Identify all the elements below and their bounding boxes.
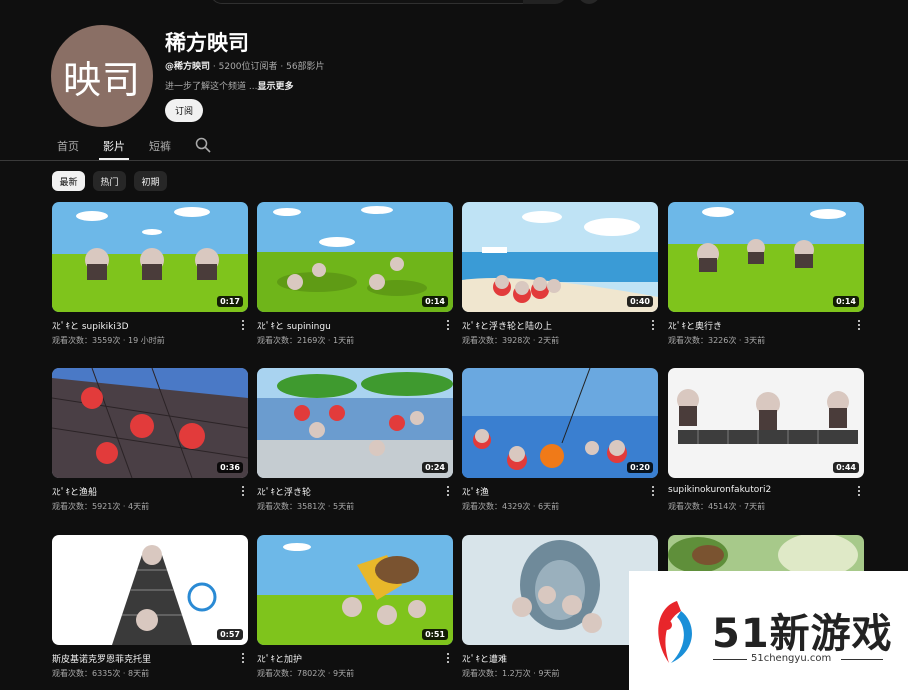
channel-meta: @稀方映司 · 5200位订阅者 · 56部影片 xyxy=(165,59,325,72)
channel-page: 映司 稀方映司 @稀方映司 · 5200位订阅者 · 56部影片 进一步了解这个… xyxy=(0,0,908,690)
avatar-text: 映司 xyxy=(62,57,141,102)
video-card[interactable]: 0:20 ｽﾋﾟｷ渔 观看次数：4329次 · 6天前 xyxy=(462,368,658,511)
video-title[interactable]: ｽﾋﾟｷと奥行き xyxy=(668,319,722,332)
tab-videos[interactable]: 影片 xyxy=(103,138,125,154)
video-thumbnail[interactable]: 0:20 xyxy=(462,368,658,478)
video-duration: 0:51 xyxy=(422,629,448,640)
video-thumbnail[interactable]: 0:57 xyxy=(52,535,248,645)
video-thumbnail[interactable]: 0:14 xyxy=(257,202,453,312)
video-card[interactable]: 0:14 ｽﾋﾟｷと supiningu 观看次数：2169次 · 1天前 xyxy=(257,202,453,345)
channel-name: 稀方映司 xyxy=(165,31,249,55)
more-vert-icon[interactable] xyxy=(445,485,451,497)
video-duration: 0:14 xyxy=(833,296,859,307)
video-duration: 0:17 xyxy=(217,296,243,307)
more-vert-icon[interactable] xyxy=(650,319,656,331)
search-box[interactable] xyxy=(210,0,565,4)
channel-tabs: 首页 影片 短裤 xyxy=(0,130,908,161)
site-watermark: 51新游戏 51chengyu.com xyxy=(629,571,908,690)
video-meta: 观看次数：4514次 · 7天前 xyxy=(668,502,766,511)
video-thumbnail[interactable]: 0:17 xyxy=(52,202,248,312)
logo-icon xyxy=(658,601,692,663)
video-thumbnail[interactable]: 0:51 xyxy=(257,535,453,645)
more-vert-icon[interactable] xyxy=(856,319,862,331)
video-title[interactable]: ｽﾋﾟｷと加护 xyxy=(257,652,302,665)
channel-avatar: 映司 xyxy=(51,25,153,127)
search-button[interactable] xyxy=(523,0,567,4)
tab-home[interactable]: 首页 xyxy=(57,138,79,154)
watermark-brand: 51新游戏 xyxy=(712,611,893,657)
video-duration: 0:40 xyxy=(627,296,653,307)
video-duration: 0:14 xyxy=(422,296,448,307)
tab-shorts[interactable]: 短裤 xyxy=(149,138,171,154)
video-title[interactable]: ｽﾋﾟｷと遭难 xyxy=(462,652,507,665)
video-thumbnail[interactable]: 0:44 xyxy=(668,368,864,478)
video-thumbnail[interactable]: 0:24 xyxy=(257,368,453,478)
video-thumbnail[interactable]: 0:40 xyxy=(462,202,658,312)
video-title[interactable]: ｽﾋﾟｷと浮き轮 xyxy=(257,485,311,498)
video-meta: 观看次数：3226次 · 3天前 xyxy=(668,336,766,345)
video-title[interactable]: ｽﾋﾟｷ渔 xyxy=(462,485,489,498)
more-vert-icon[interactable] xyxy=(240,652,246,664)
channel-description[interactable]: 进一步了解这个频道 ...显示更多 xyxy=(165,79,293,92)
video-title[interactable]: ｽﾋﾟｷと supiningu xyxy=(257,319,331,332)
more-vert-icon[interactable] xyxy=(650,485,656,497)
description-text: 进一步了解这个频道 ... xyxy=(165,82,258,92)
video-card[interactable]: 0:44 supikinokuronfakutori2 观看次数：4514次 ·… xyxy=(668,368,864,511)
video-meta: 观看次数：3928次 · 2天前 xyxy=(462,336,560,345)
video-card[interactable]: 0:40 ｽﾋﾟｷと浮き轮と陆の上 观看次数：3928次 · 2天前 xyxy=(462,202,658,345)
video-card[interactable]: 0:14 ｽﾋﾟｷと奥行き 观看次数：3226次 · 3天前 xyxy=(668,202,864,345)
watermark-url: 51chengyu.com xyxy=(751,653,832,664)
video-meta: 观看次数：5921次 · 4天前 xyxy=(52,502,150,511)
video-duration: 0:20 xyxy=(627,462,653,473)
video-meta: 观看次数：3581次 · 5天前 xyxy=(257,502,355,511)
video-duration: 0:57 xyxy=(217,629,243,640)
chip-latest[interactable]: 最新 xyxy=(52,171,85,191)
more-vert-icon[interactable] xyxy=(445,319,451,331)
video-meta: 观看次数：6335次 · 8天前 xyxy=(52,669,150,678)
divider xyxy=(713,659,747,660)
video-meta: 观看次数：7802次 · 9天前 xyxy=(257,669,355,678)
video-card[interactable]: 0:17 ｽﾋﾟｷと supikiki3D 观看次数：3559次 · 19 小时… xyxy=(52,202,248,345)
subscribe-button[interactable]: 订阅 xyxy=(165,99,203,122)
video-duration: 0:44 xyxy=(833,462,859,473)
chip-popular[interactable]: 热门 xyxy=(93,171,126,191)
video-card[interactable]: 0:57 斯皮基诺克罗恩菲克托里 观看次数：6335次 · 8天前 xyxy=(52,535,248,678)
channel-stats: · 5200位订阅者 · 56部影片 xyxy=(212,62,325,72)
video-card[interactable]: 0:36 ｽﾋﾟｷと渔船 观看次数：5921次 · 4天前 xyxy=(52,368,248,511)
more-vert-icon[interactable] xyxy=(856,485,862,497)
video-title[interactable]: ｽﾋﾟｷと渔船 xyxy=(52,485,97,498)
video-meta: 观看次数：4329次 · 6天前 xyxy=(462,502,560,511)
more-vert-icon[interactable] xyxy=(240,319,246,331)
video-duration: 0:24 xyxy=(422,462,448,473)
video-meta: 观看次数：3559次 · 19 小时前 xyxy=(52,336,165,345)
active-tab-indicator xyxy=(99,158,129,160)
video-duration: 0:36 xyxy=(217,462,243,473)
video-title[interactable]: 斯皮基诺克罗恩菲克托里 xyxy=(52,652,151,665)
video-thumbnail[interactable]: 0:14 xyxy=(668,202,864,312)
divider xyxy=(841,659,883,660)
video-card[interactable]: 0:51 ｽﾋﾟｷと加护 观看次数：7802次 · 9天前 xyxy=(257,535,453,678)
more-vert-icon[interactable] xyxy=(240,485,246,497)
video-meta: 观看次数：2169次 · 1天前 xyxy=(257,336,355,345)
video-thumbnail[interactable]: 0:36 xyxy=(52,368,248,478)
video-title[interactable]: ｽﾋﾟｷと supikiki3D xyxy=(52,319,129,332)
video-title[interactable]: ｽﾋﾟｷと浮き轮と陆の上 xyxy=(462,319,552,332)
video-card[interactable]: 0:24 ｽﾋﾟｷと浮き轮 观看次数：3581次 · 5天前 xyxy=(257,368,453,511)
voice-search-button[interactable] xyxy=(578,0,600,4)
search-icon[interactable] xyxy=(195,137,211,153)
channel-handle: @稀方映司 xyxy=(165,62,211,72)
more-vert-icon[interactable] xyxy=(445,652,451,664)
video-title[interactable]: supikinokuronfakutori2 xyxy=(668,485,771,495)
chip-oldest[interactable]: 初期 xyxy=(134,171,167,191)
video-meta: 观看次数：1.2万次 · 9天前 xyxy=(462,669,560,678)
show-more-link[interactable]: 显示更多 xyxy=(257,82,293,92)
